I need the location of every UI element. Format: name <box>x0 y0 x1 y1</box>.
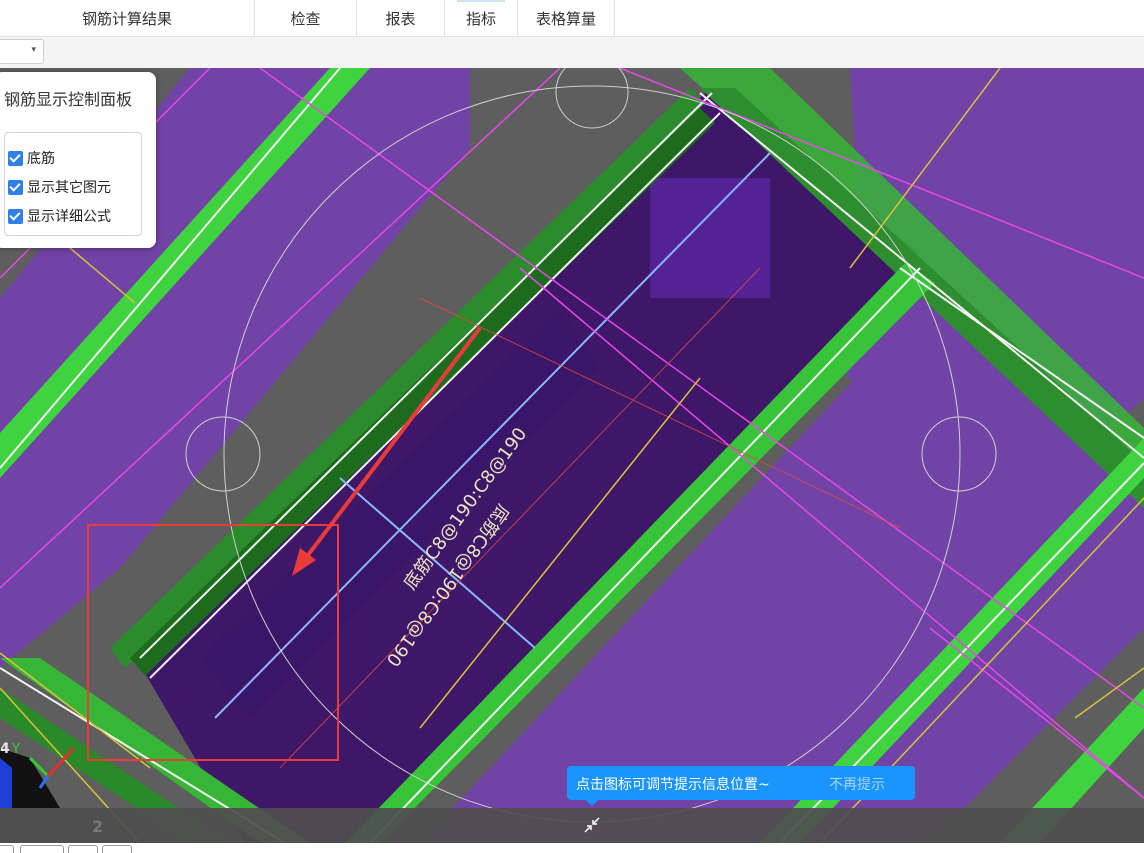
tab-index[interactable]: 指标 <box>445 0 518 36</box>
collapse-arrows-icon[interactable] <box>579 812 605 838</box>
bottom-button-3[interactable] <box>68 845 98 853</box>
bottom-strip <box>0 843 1144 851</box>
checkbox-checked-icon[interactable] <box>8 179 23 195</box>
secondary-toolbar: ▾ <box>0 37 1144 69</box>
3d-viewport[interactable]: 底筋C8@190:C8@190 底筋C8@190:C8@190 Y 4 钢筋显示… <box>0 68 1144 843</box>
tip-text: 点击图标可调节提示信息位置~ <box>576 777 770 793</box>
ribbon-tab-bar: 钢筋计算结果 检查 报表 指标 表格算量 <box>0 0 1144 37</box>
floor-number-label: 2 <box>92 817 104 836</box>
checkbox-checked-icon[interactable] <box>8 208 23 224</box>
bottom-button-4[interactable] <box>102 845 132 853</box>
option-label: 显示详细公式 <box>27 209 111 225</box>
panel-title: 钢筋显示控制面板 <box>4 90 133 109</box>
axis-y-label: Y <box>11 742 20 757</box>
tab-table-quantity[interactable]: 表格算量 <box>518 0 615 36</box>
column-block <box>650 178 770 298</box>
bottom-button-2[interactable] <box>20 845 64 853</box>
bottom-button-1[interactable] <box>0 845 14 853</box>
tip-bubble: 点击图标可调节提示信息位置~ 不再提示 <box>567 766 915 806</box>
viewport-status-bar <box>0 808 1144 843</box>
tab-check[interactable]: 检查 <box>255 0 357 36</box>
option-bottom-rebar[interactable]: 底筋 <box>8 147 55 169</box>
option-show-detailed-formula[interactable]: 显示详细公式 <box>8 205 111 227</box>
option-label: 底筋 <box>27 151 55 167</box>
drawing-canvas[interactable]: 底筋C8@190:C8@190 底筋C8@190:C8@190 Y 4 <box>0 68 1144 843</box>
floor-select[interactable]: ▾ <box>0 39 44 64</box>
tip-dismiss-link[interactable]: 不再提示 <box>829 774 885 794</box>
checkbox-checked-icon[interactable] <box>8 150 23 166</box>
chevron-down-icon: ▾ <box>31 45 36 55</box>
tab-report[interactable]: 报表 <box>357 0 445 36</box>
axis-number-label: 4 <box>0 741 10 757</box>
option-label: 显示其它图元 <box>27 180 111 196</box>
option-show-other-elements[interactable]: 显示其它图元 <box>8 176 111 198</box>
tab-rebar-results[interactable]: 钢筋计算结果 <box>0 0 255 36</box>
rebar-display-control-panel: 钢筋显示控制面板 底筋 显示其它图元 显示详细公式 <box>0 72 156 248</box>
